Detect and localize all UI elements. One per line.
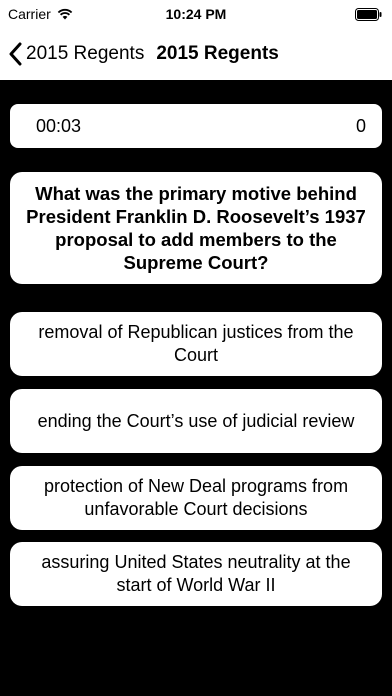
answer-option-1[interactable]: removal of Republican justices from the … <box>10 312 382 376</box>
back-button-label: 2015 Regents <box>26 43 145 64</box>
battery-icon <box>355 8 382 21</box>
elapsed-timer: 00:03 <box>36 115 82 136</box>
navigation-bar: 2015 Regents 2015 Regents <box>0 34 392 74</box>
answer-option-2[interactable]: ending the Court’s use of judicial revie… <box>10 389 382 453</box>
score-counter: 0 <box>355 115 366 136</box>
page-title: 2015 Regents <box>156 43 279 64</box>
status-bar: Carrier 10:24 PM <box>0 0 392 30</box>
question-text: What was the primary motive behind Presi… <box>26 183 366 273</box>
app-screen: Carrier 10:24 PM 2015 Regents 2015 Regen… <box>0 0 392 696</box>
answer-option-label: protection of New Deal programs from unf… <box>43 476 349 519</box>
answer-option-3[interactable]: protection of New Deal programs from unf… <box>10 466 382 530</box>
chevron-left-icon <box>9 42 22 66</box>
answer-option-label: ending the Court’s use of judicial revie… <box>37 410 355 431</box>
answer-option-label: assuring United States neutrality at the… <box>41 552 351 595</box>
question-card: What was the primary motive behind Presi… <box>10 172 382 284</box>
answer-option-4[interactable]: assuring United States neutrality at the… <box>10 542 382 606</box>
timer-score-bar: 00:03 0 <box>10 104 382 148</box>
header-area: Carrier 10:24 PM 2015 Regents 2015 Regen… <box>0 0 392 80</box>
status-time: 10:24 PM <box>165 6 227 22</box>
back-button[interactable]: 2015 Regents <box>8 42 144 66</box>
answer-option-label: removal of Republican justices from the … <box>38 322 354 365</box>
